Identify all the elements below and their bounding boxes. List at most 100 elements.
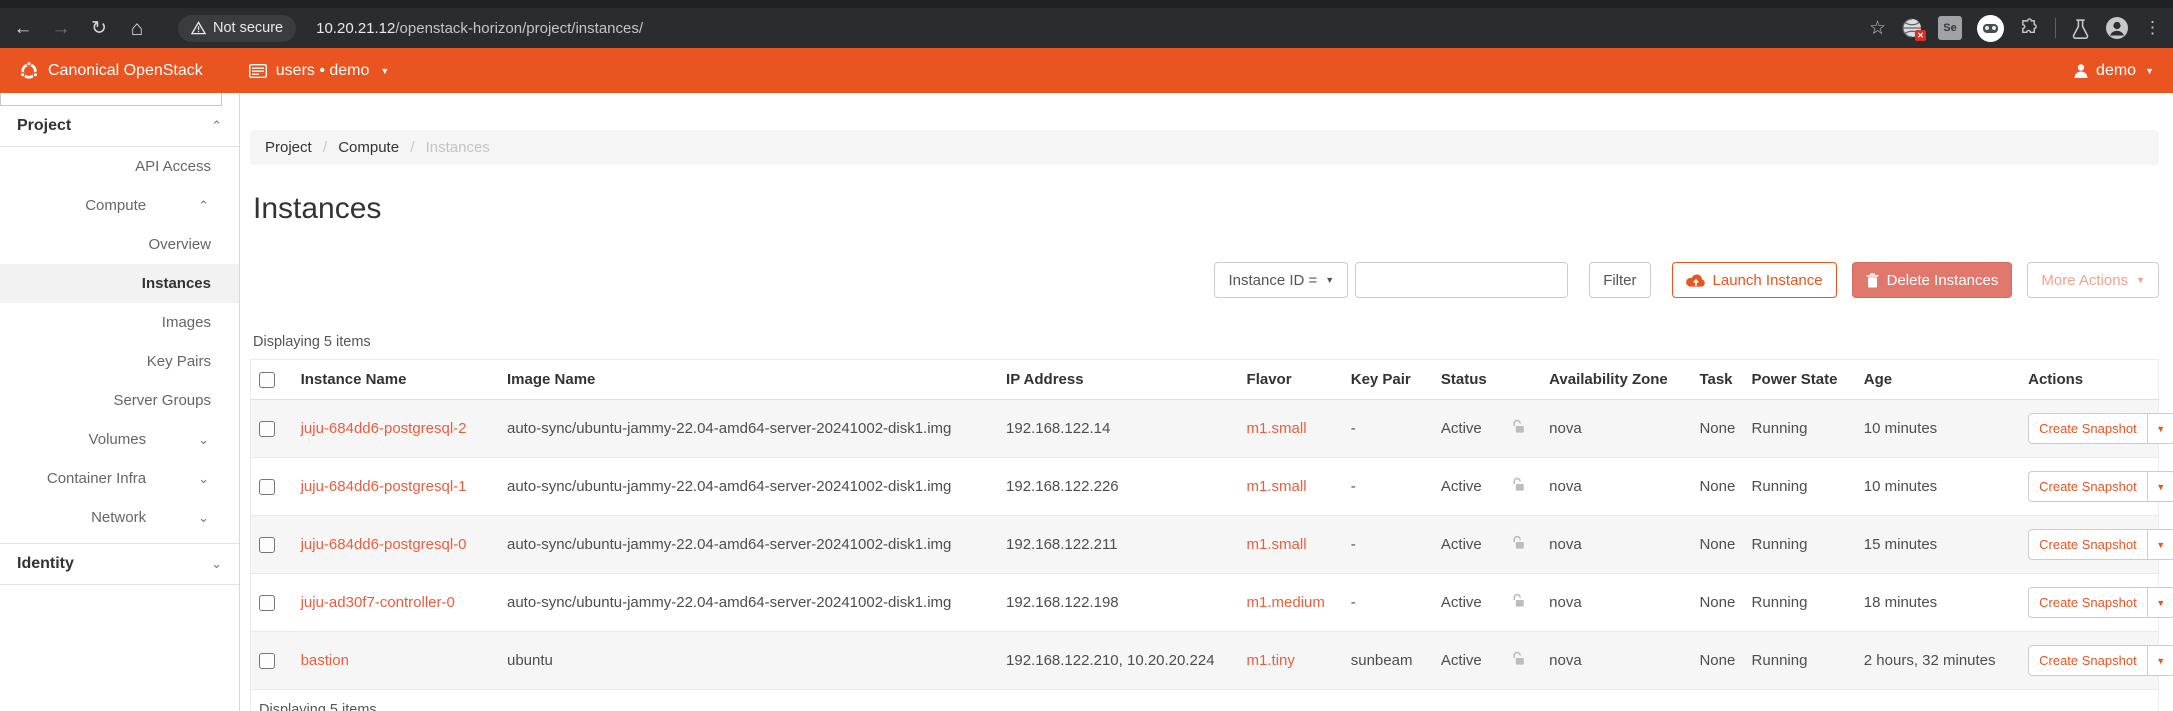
filter-field-select[interactable]: Instance ID = ▼ <box>1214 262 1348 298</box>
home-icon[interactable]: ⌂ <box>126 18 148 39</box>
table-row: juju-684dd6-postgresql-2 auto-sync/ubunt… <box>251 400 2159 458</box>
sidebar-item-images[interactable]: Images <box>0 303 239 342</box>
row-actions-dropdown[interactable]: ▼ <box>2147 414 2173 443</box>
create-snapshot-button[interactable]: Create Snapshot <box>2029 472 2147 501</box>
col-flavor[interactable]: Flavor <box>1239 360 1343 400</box>
instance-link[interactable]: juju-684dd6-postgresql-0 <box>301 536 467 553</box>
sidebar: Project ⌃ API Access Compute ⌃ Overview … <box>0 93 240 711</box>
sidebar-top-panel <box>0 93 222 106</box>
unlock-icon <box>1511 477 1526 492</box>
power-state-cell: Running <box>1744 632 1856 690</box>
chevron-down-icon: ▼ <box>380 66 389 76</box>
sidebar-item-overview[interactable]: Overview <box>0 225 239 264</box>
create-snapshot-button[interactable]: Create Snapshot <box>2029 414 2147 443</box>
more-actions-button[interactable]: More Actions ▼ <box>2027 262 2159 298</box>
browser-menu-icon[interactable]: ⋮ <box>2144 18 2161 38</box>
row-actions-dropdown[interactable]: ▼ <box>2147 588 2173 617</box>
filter-button-label: Filter <box>1603 272 1636 289</box>
row-checkbox[interactable] <box>259 595 275 611</box>
table-row: juju-684dd6-postgresql-0 auto-sync/ubunt… <box>251 516 2159 574</box>
extension-globe-icon[interactable]: ✕ <box>1901 17 1923 39</box>
flask-icon[interactable] <box>2071 18 2090 39</box>
row-action-split-button: Create Snapshot ▼ <box>2028 471 2173 502</box>
key-pair-cell: - <box>1343 574 1433 632</box>
col-age[interactable]: Age <box>1856 360 2020 400</box>
project-switcher[interactable]: users • demo ▼ <box>249 62 390 80</box>
delete-instances-button[interactable]: Delete Instances <box>1852 262 2013 298</box>
sidebar-item-container-infra[interactable]: Container Infra ⌄ <box>0 459 239 498</box>
flavor-link[interactable]: m1.small <box>1247 420 1307 437</box>
key-pair-cell: sunbeam <box>1343 632 1433 690</box>
az-cell: nova <box>1541 516 1691 574</box>
row-actions-dropdown[interactable]: ▼ <box>2147 530 2173 559</box>
create-snapshot-button[interactable]: Create Snapshot <box>2029 588 2147 617</box>
sidebar-section-identity[interactable]: Identity ⌄ <box>0 543 239 585</box>
flavor-link[interactable]: m1.medium <box>1247 594 1325 611</box>
table-row: juju-684dd6-postgresql-1 auto-sync/ubunt… <box>251 458 2159 516</box>
key-pair-cell: - <box>1343 516 1433 574</box>
col-ip-address[interactable]: IP Address <box>998 360 1239 400</box>
row-checkbox[interactable] <box>259 479 275 495</box>
row-checkbox[interactable] <box>259 421 275 437</box>
flavor-link[interactable]: m1.small <box>1247 536 1307 553</box>
forward-icon[interactable]: → <box>50 19 72 38</box>
brand[interactable]: Canonical OpenStack <box>19 61 203 81</box>
toolbar-divider <box>2055 18 2056 38</box>
flavor-link[interactable]: m1.small <box>1247 478 1307 495</box>
col-image-name[interactable]: Image Name <box>499 360 998 400</box>
select-all-checkbox[interactable] <box>259 372 275 388</box>
url-path: /openstack-horizon/project/instances/ <box>395 20 643 37</box>
instance-link[interactable]: juju-ad30f7-controller-0 <box>301 594 455 611</box>
flavor-link[interactable]: m1.tiny <box>1247 652 1295 669</box>
sidebar-item-volumes[interactable]: Volumes ⌄ <box>0 420 239 459</box>
instance-link[interactable]: juju-684dd6-postgresql-1 <box>301 478 467 495</box>
row-checkbox[interactable] <box>259 537 275 553</box>
filter-button[interactable]: Filter <box>1589 262 1650 298</box>
bookmark-star-icon[interactable]: ☆ <box>1869 17 1886 40</box>
ubuntu-logo-icon <box>19 61 39 81</box>
extensions-puzzle-icon[interactable] <box>2019 18 2040 39</box>
launch-instance-button[interactable]: Launch Instance <box>1672 262 1837 298</box>
create-snapshot-button[interactable]: Create Snapshot <box>2029 530 2147 559</box>
table-row: bastion ubuntu 192.168.122.210, 10.20.20… <box>251 632 2159 690</box>
col-task[interactable]: Task <box>1691 360 1743 400</box>
reload-icon[interactable]: ↻ <box>88 19 110 38</box>
row-actions-dropdown[interactable]: ▼ <box>2147 472 2173 501</box>
extension-error-badge: ✕ <box>1915 30 1926 41</box>
sidebar-item-api-access[interactable]: API Access <box>0 147 239 186</box>
breadcrumb-project[interactable]: Project <box>265 139 312 156</box>
col-actions: Actions <box>2020 360 2158 400</box>
sidebar-section-project[interactable]: Project ⌃ <box>0 106 239 147</box>
back-icon[interactable]: ← <box>12 19 34 38</box>
address-bar[interactable]: 10.20.21.12/openstack-horizon/project/in… <box>316 20 643 37</box>
create-snapshot-button[interactable]: Create Snapshot <box>2029 646 2147 675</box>
sidebar-item-key-pairs[interactable]: Key Pairs <box>0 342 239 381</box>
col-key-pair[interactable]: Key Pair <box>1343 360 1433 400</box>
sidebar-item-server-groups[interactable]: Server Groups <box>0 381 239 420</box>
domain-list-icon <box>249 64 267 78</box>
row-actions-dropdown[interactable]: ▼ <box>2147 646 2173 675</box>
col-availability-zone[interactable]: Availability Zone <box>1541 360 1691 400</box>
cloud-upload-icon <box>1686 273 1705 288</box>
instance-link[interactable]: bastion <box>301 652 349 669</box>
col-instance-name[interactable]: Instance Name <box>293 360 499 400</box>
breadcrumb-compute[interactable]: Compute <box>338 139 399 156</box>
col-power-state[interactable]: Power State <box>1744 360 1856 400</box>
filter-input[interactable] <box>1355 262 1568 298</box>
sidebar-item-instances[interactable]: Instances <box>0 264 239 303</box>
robot-extension-icon[interactable] <box>1977 15 2004 42</box>
not-secure-chip[interactable]: Not secure <box>178 15 296 42</box>
sidebar-item-compute[interactable]: Compute ⌃ <box>0 186 239 225</box>
instance-link[interactable]: juju-684dd6-postgresql-2 <box>301 420 467 437</box>
row-checkbox[interactable] <box>259 653 275 669</box>
sidebar-item-network[interactable]: Network ⌄ <box>0 498 239 537</box>
unlock-icon <box>1511 651 1526 666</box>
delete-instances-label: Delete Instances <box>1887 272 1999 289</box>
selenium-extension-icon[interactable]: Se <box>1938 16 1962 40</box>
profile-avatar-icon[interactable] <box>2105 16 2129 40</box>
user-menu[interactable]: demo ▼ <box>2073 62 2154 80</box>
sidebar-item-label: Volumes <box>89 431 147 448</box>
browser-toolbar: ← → ↻ ⌂ Not secure 10.20.21.12/openstack… <box>0 8 2173 48</box>
col-status[interactable]: Status <box>1433 360 1503 400</box>
ip-cell: 192.168.122.226 <box>998 458 1239 516</box>
